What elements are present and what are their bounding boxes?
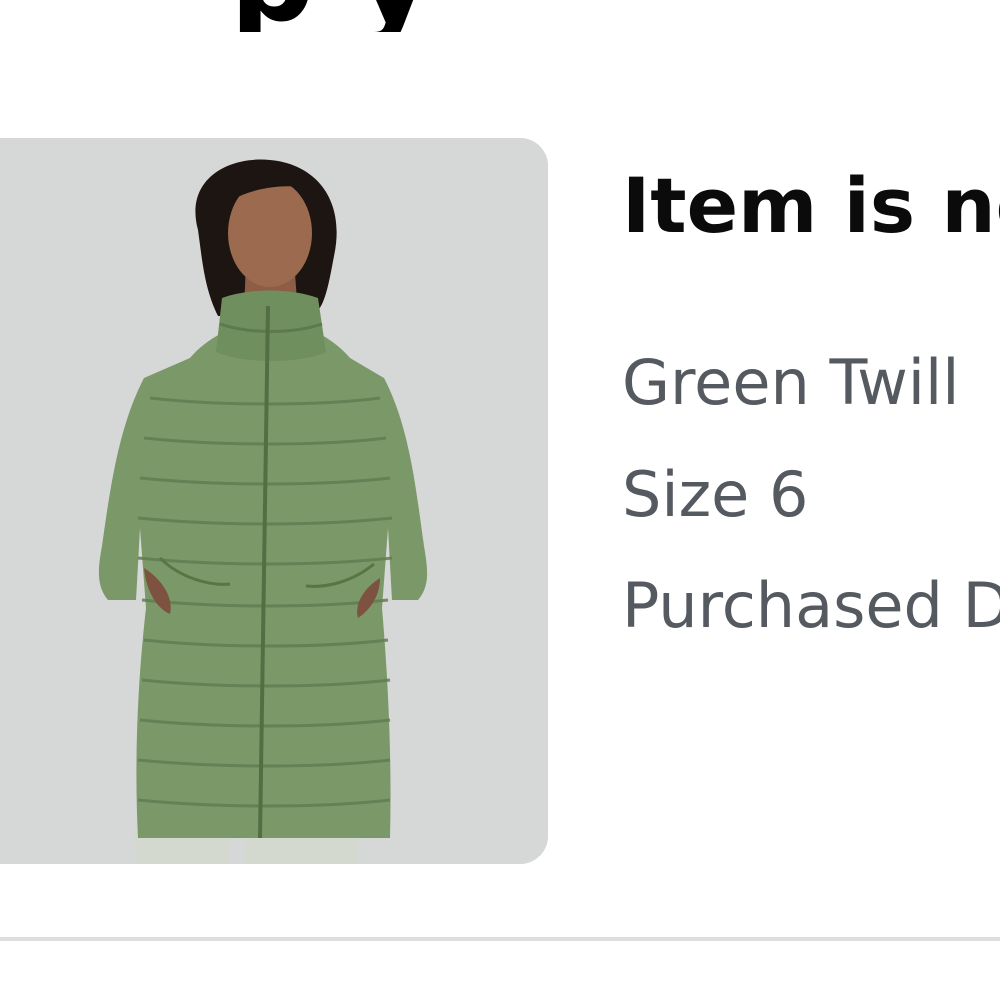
product-color: Green Twill <box>622 346 960 419</box>
order-item-page: p y <box>0 0 1000 1000</box>
product-image-card[interactable] <box>0 138 548 864</box>
page-heading-crop: p y <box>0 0 1000 32</box>
availability-status: Item is no <box>622 161 1000 250</box>
page-heading: p y <box>230 0 432 32</box>
purchase-info: Purchased D <box>622 569 1000 642</box>
product-size: Size 6 <box>622 458 809 531</box>
product-image <box>0 138 548 864</box>
section-divider <box>0 937 1000 941</box>
